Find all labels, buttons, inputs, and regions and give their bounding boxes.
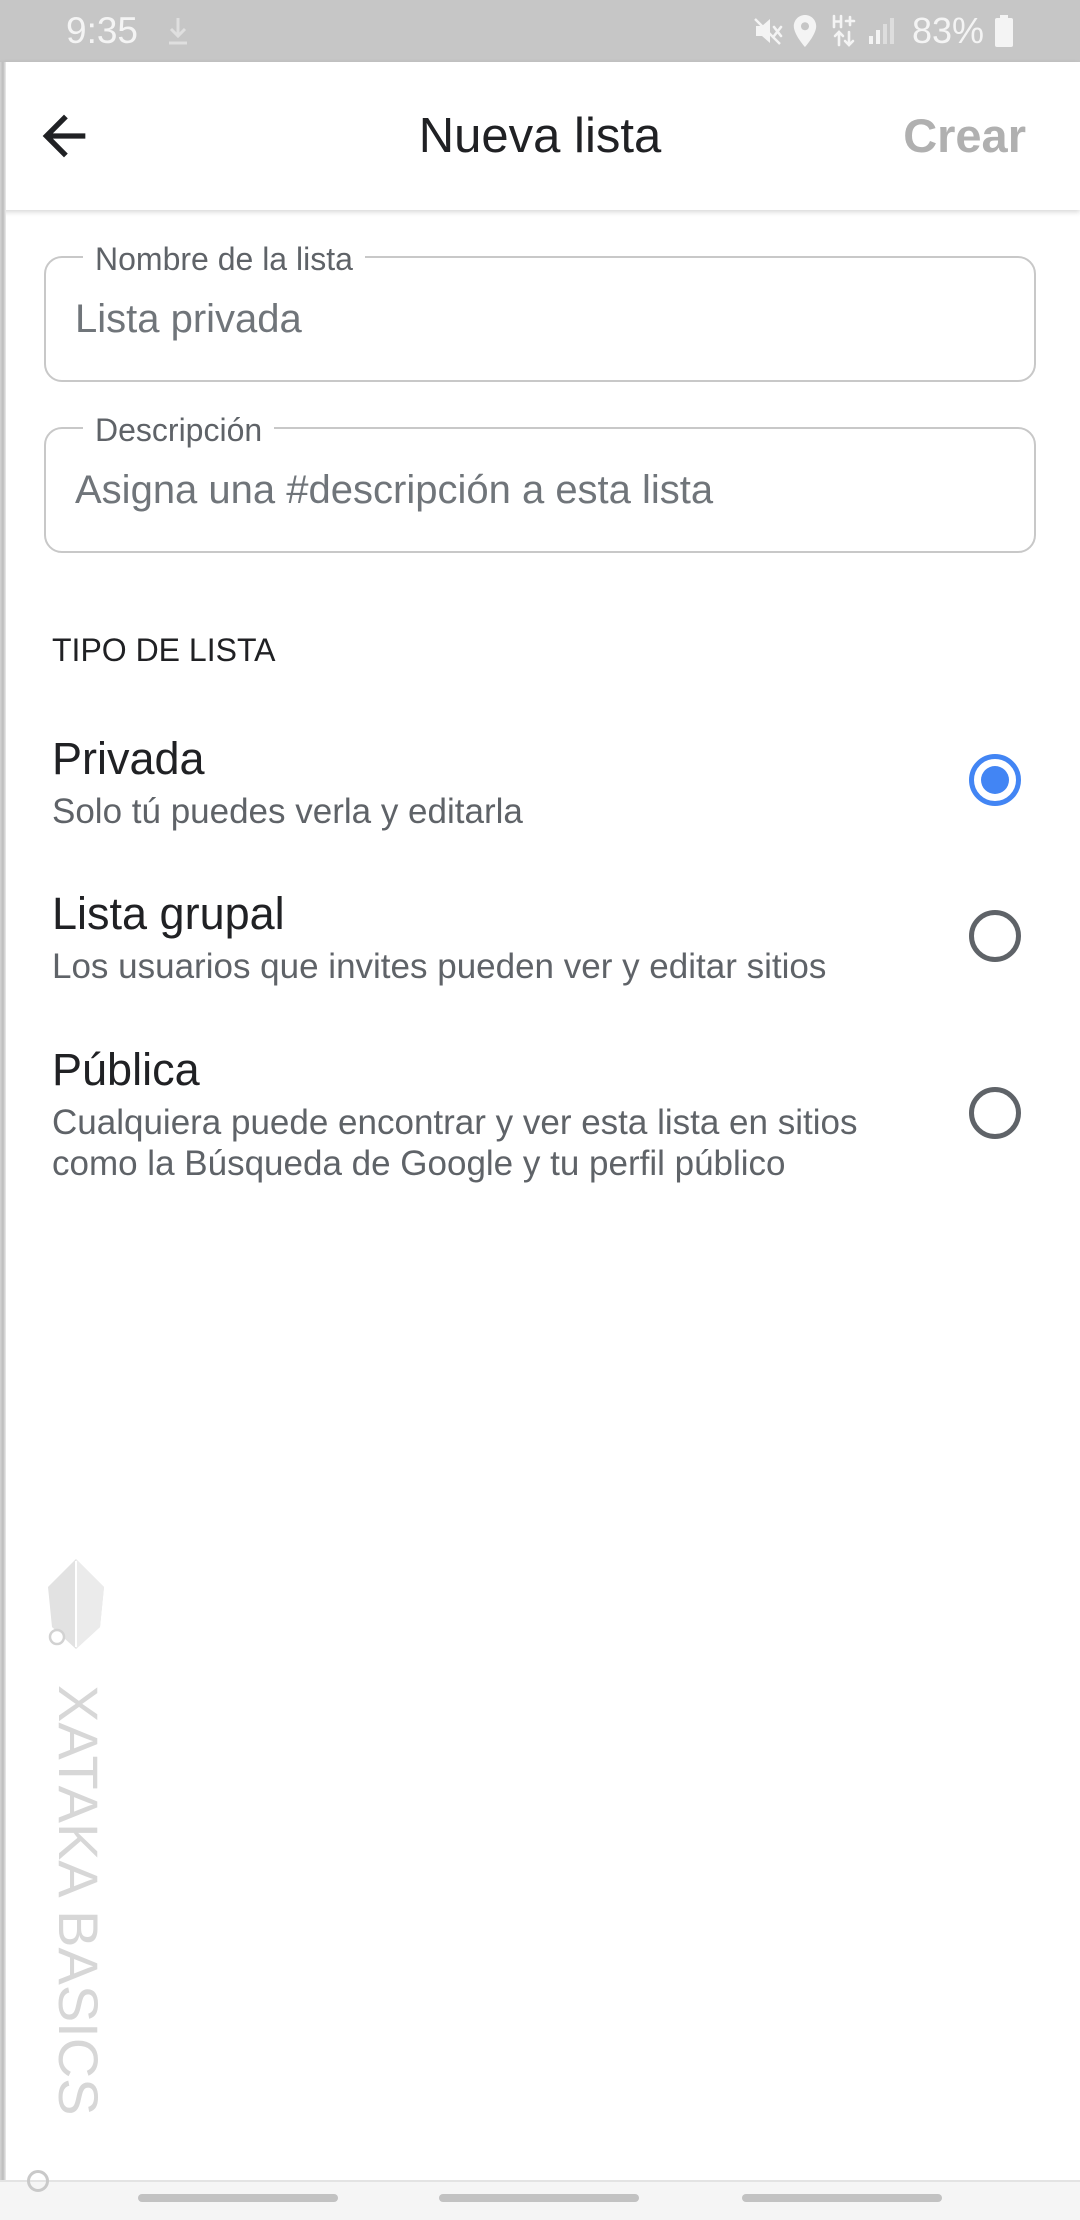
option-title: Pública (52, 1044, 200, 1095)
status-bar: 9:35 83% (0, 0, 1080, 62)
list-type-option-private[interactable]: Privada Solo tú puedes verla y editarla (0, 720, 1080, 875)
watermark-dot-icon (27, 2170, 49, 2192)
back-button[interactable] (20, 92, 108, 180)
watermark-text: XATAKA BASICS (47, 1685, 110, 2116)
list-type-option-group[interactable]: Lista grupal Los usuarios que invites pu… (0, 875, 1080, 1031)
page-title: Nueva lista (418, 109, 662, 163)
option-title: Privada (52, 733, 205, 784)
create-button[interactable]: Crear (903, 62, 1026, 210)
mobile-data-hplus-icon (831, 13, 857, 49)
nav-gesture-back[interactable] (742, 2194, 942, 2202)
nav-gesture-recents[interactable] (138, 2194, 338, 2202)
list-description-label: Descripción (83, 412, 275, 448)
battery-percent: 83% (912, 10, 985, 51)
list-type-option-public[interactable]: Pública Cualquiera puede encontrar y ver… (0, 1031, 1080, 1221)
battery-icon (994, 15, 1014, 47)
signal-icon (867, 16, 897, 44)
option-title: Lista grupal (52, 888, 285, 939)
mute-icon (752, 15, 784, 47)
list-description-field[interactable]: Descripción (44, 412, 1036, 553)
radio-dot (981, 766, 1009, 794)
option-subtitle: Solo tú puedes verla y editarla (52, 792, 523, 831)
download-icon (167, 16, 189, 46)
location-icon (792, 15, 818, 47)
radio-public[interactable] (969, 1087, 1021, 1139)
radio-private[interactable] (969, 754, 1021, 806)
left-edge-shadow (0, 62, 6, 2180)
list-name-label: Nombre de la lista (83, 241, 365, 277)
watermark-logo-icon (42, 1557, 110, 1651)
status-time: 9:35 (66, 10, 139, 51)
app-bar: Nueva lista Crear (0, 62, 1080, 210)
radio-group[interactable] (969, 910, 1021, 962)
option-subtitle: Los usuarios que invites pueden ver y ed… (52, 947, 827, 986)
navigation-bar (0, 2180, 1080, 2220)
nav-gesture-home[interactable] (439, 2194, 639, 2202)
arrow-back-icon (32, 104, 96, 168)
list-type-heading: TIPO DE LISTA (52, 632, 276, 668)
list-name-field[interactable]: Nombre de la lista (44, 241, 1036, 382)
option-subtitle: Cualquiera puede encontrar y ver esta li… (52, 1103, 858, 1183)
